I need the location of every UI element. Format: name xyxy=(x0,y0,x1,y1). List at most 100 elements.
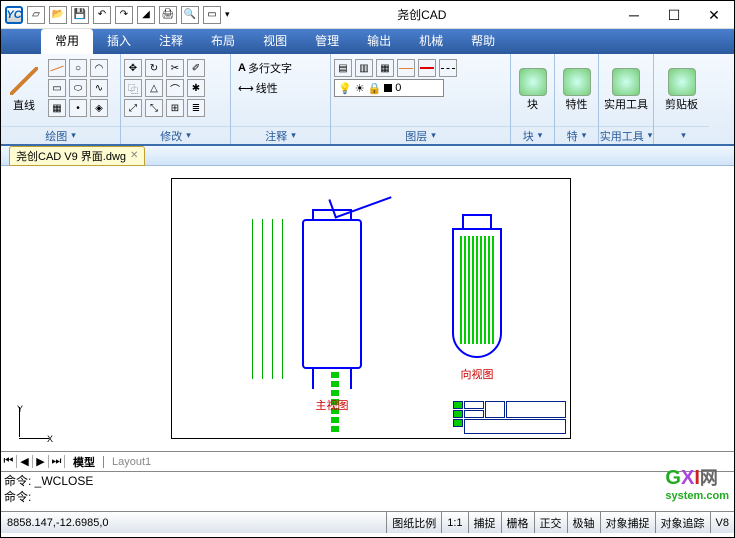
tab-mechanical[interactable]: 机械 xyxy=(405,29,457,54)
tab-close-icon[interactable]: ✕ xyxy=(130,150,138,161)
properties-button[interactable] xyxy=(563,68,591,96)
panel-prop-label[interactable]: 特 xyxy=(555,126,598,144)
qat-search-icon[interactable]: 🔍 xyxy=(181,6,199,24)
polyline-icon[interactable] xyxy=(48,59,66,77)
rectangle-icon[interactable]: ▭ xyxy=(48,79,66,97)
qat-sheet-icon[interactable]: ▭ xyxy=(203,6,221,24)
tab-next-icon[interactable]: ▶ xyxy=(33,455,49,468)
tab-last-icon[interactable]: ⏭ xyxy=(49,455,65,468)
stretch-icon[interactable]: ⤢ xyxy=(124,99,142,117)
drawing-viewport[interactable]: 主视图 向视图 xyxy=(171,178,571,439)
panel-block-label[interactable]: 块 xyxy=(511,126,554,144)
tab-help[interactable]: 帮助 xyxy=(457,29,509,54)
clipboard-button[interactable] xyxy=(668,68,696,96)
paper-scale-value[interactable]: 1:1 xyxy=(441,512,467,533)
panel-annotate-label[interactable]: 注释 xyxy=(231,126,330,144)
copy-icon[interactable]: ⿻ xyxy=(124,79,142,97)
tab-first-icon[interactable]: ⏮ xyxy=(1,455,17,468)
dim-linear-button[interactable]: ⟷ 线性 xyxy=(234,79,296,97)
qat-erase-icon[interactable]: ◢ xyxy=(137,6,155,24)
status-bar: 8858.147,-12.6985,0 图纸比例 1:1 捕捉 栅格 正交 极轴… xyxy=(1,511,734,533)
sun-icon: ☀ xyxy=(355,82,365,95)
circle-icon[interactable]: ○ xyxy=(69,59,87,77)
layer-iso-icon[interactable]: ▦ xyxy=(376,59,394,77)
layer-states-icon[interactable]: ▥ xyxy=(355,59,373,77)
offset-icon[interactable]: ≣ xyxy=(187,99,205,117)
tank2-label: 向视图 xyxy=(452,366,502,382)
tab-annotate[interactable]: 注释 xyxy=(145,29,197,54)
bulb-icon: 💡 xyxy=(338,82,352,95)
fillet-icon[interactable]: ⌒ xyxy=(166,79,184,97)
qat-save-icon[interactable]: 💾 xyxy=(71,6,89,24)
tank-main-view: 主视图 xyxy=(302,209,362,413)
tab-insert[interactable]: 插入 xyxy=(93,29,145,54)
minimize-button[interactable]: ─ xyxy=(614,2,654,28)
qat-new-icon[interactable]: ▱ xyxy=(27,6,45,24)
app-icon[interactable]: YC xyxy=(5,6,23,24)
ellipse-icon[interactable]: ⬭ xyxy=(69,79,87,97)
title-block xyxy=(453,401,568,436)
command-history: 命令: _WCLOSE xyxy=(4,473,731,489)
hatch-icon[interactable]: ▦ xyxy=(48,99,66,117)
tab-view[interactable]: 视图 xyxy=(249,29,301,54)
qat-print-icon[interactable]: 🖨 xyxy=(159,6,177,24)
rotate-icon[interactable]: ↻ xyxy=(145,59,163,77)
layer-line2-icon[interactable] xyxy=(418,59,436,77)
arc-icon[interactable]: ◠ xyxy=(90,59,108,77)
osnap-toggle[interactable]: 对象捕捉 xyxy=(600,512,655,533)
ribbon: 直线 ○ ◠ ▭ ⬭ ∿ ▦ • ◈ 绘图 xyxy=(1,54,734,146)
point-icon[interactable]: • xyxy=(69,99,87,117)
canvas-area[interactable]: 主视图 向视图 Y X xyxy=(1,166,734,451)
line-tool-icon[interactable] xyxy=(10,67,38,95)
ortho-toggle[interactable]: 正交 xyxy=(534,512,567,533)
lock-icon: 🔒 xyxy=(368,82,382,95)
pedit-icon[interactable]: ✐ xyxy=(187,59,205,77)
version-label: V8 xyxy=(710,512,734,533)
layer-prop-icon[interactable]: ▤ xyxy=(334,59,352,77)
paper-scale-label: 图纸比例 xyxy=(386,512,441,533)
model-tab[interactable]: 模型 xyxy=(65,454,103,470)
tab-output[interactable]: 输出 xyxy=(353,29,405,54)
mtext-button[interactable]: A 多行文字 xyxy=(234,59,296,77)
explode-icon[interactable]: ✱ xyxy=(187,79,205,97)
layer-dropdown[interactable]: 💡 ☀ 🔒 0 xyxy=(334,79,444,97)
block-button[interactable] xyxy=(519,68,547,96)
region-icon[interactable]: ◈ xyxy=(90,99,108,117)
layer-line1-icon[interactable] xyxy=(397,59,415,77)
panel-clip-label[interactable] xyxy=(654,126,709,144)
tab-common[interactable]: 常用 xyxy=(41,29,93,54)
panel-draw-label[interactable]: 绘图 xyxy=(1,126,120,144)
maximize-button[interactable]: ☐ xyxy=(654,2,694,28)
otrack-toggle[interactable]: 对象追踪 xyxy=(655,512,710,533)
command-prompt: 命令: xyxy=(4,489,731,505)
array-icon[interactable]: ⊞ xyxy=(166,99,184,117)
grid-toggle[interactable]: 栅格 xyxy=(501,512,534,533)
utility-button[interactable] xyxy=(612,68,640,96)
scale-icon[interactable]: ⤡ xyxy=(145,99,163,117)
panel-modify-label[interactable]: 修改 xyxy=(121,126,230,144)
snap-toggle[interactable]: 捕捉 xyxy=(468,512,501,533)
panel-util-label[interactable]: 实用工具 xyxy=(599,126,653,144)
move-icon[interactable]: ✥ xyxy=(124,59,142,77)
command-line[interactable]: 命令: _WCLOSE 命令: xyxy=(1,471,734,511)
layout1-tab[interactable]: Layout1 xyxy=(103,456,159,468)
qat-redo-icon[interactable]: ↷ xyxy=(115,6,133,24)
window-title: 尧创CAD xyxy=(230,6,614,23)
document-tab[interactable]: 尧创CAD V9 界面.dwg ✕ xyxy=(9,146,145,166)
close-button[interactable]: ✕ xyxy=(694,2,734,28)
layer-color-swatch xyxy=(384,84,392,92)
qat-undo-icon[interactable]: ↶ xyxy=(93,6,111,24)
tab-prev-icon[interactable]: ◀ xyxy=(17,455,33,468)
coordinates: 8858.147,-12.6985,0 xyxy=(1,517,386,529)
menu-bar: 常用 插入 注释 布局 视图 管理 输出 机械 帮助 xyxy=(1,29,734,54)
panel-layer-label[interactable]: 图层 xyxy=(331,126,510,144)
tab-layout[interactable]: 布局 xyxy=(197,29,249,54)
trim-icon[interactable]: ✂ xyxy=(166,59,184,77)
spline-icon[interactable]: ∿ xyxy=(90,79,108,97)
mirror-icon[interactable]: △ xyxy=(145,79,163,97)
line-tool-label: 直线 xyxy=(13,97,35,113)
qat-open-icon[interactable]: 📂 xyxy=(49,6,67,24)
polar-toggle[interactable]: 极轴 xyxy=(567,512,600,533)
layer-line3-icon[interactable] xyxy=(439,59,457,77)
tab-manage[interactable]: 管理 xyxy=(301,29,353,54)
